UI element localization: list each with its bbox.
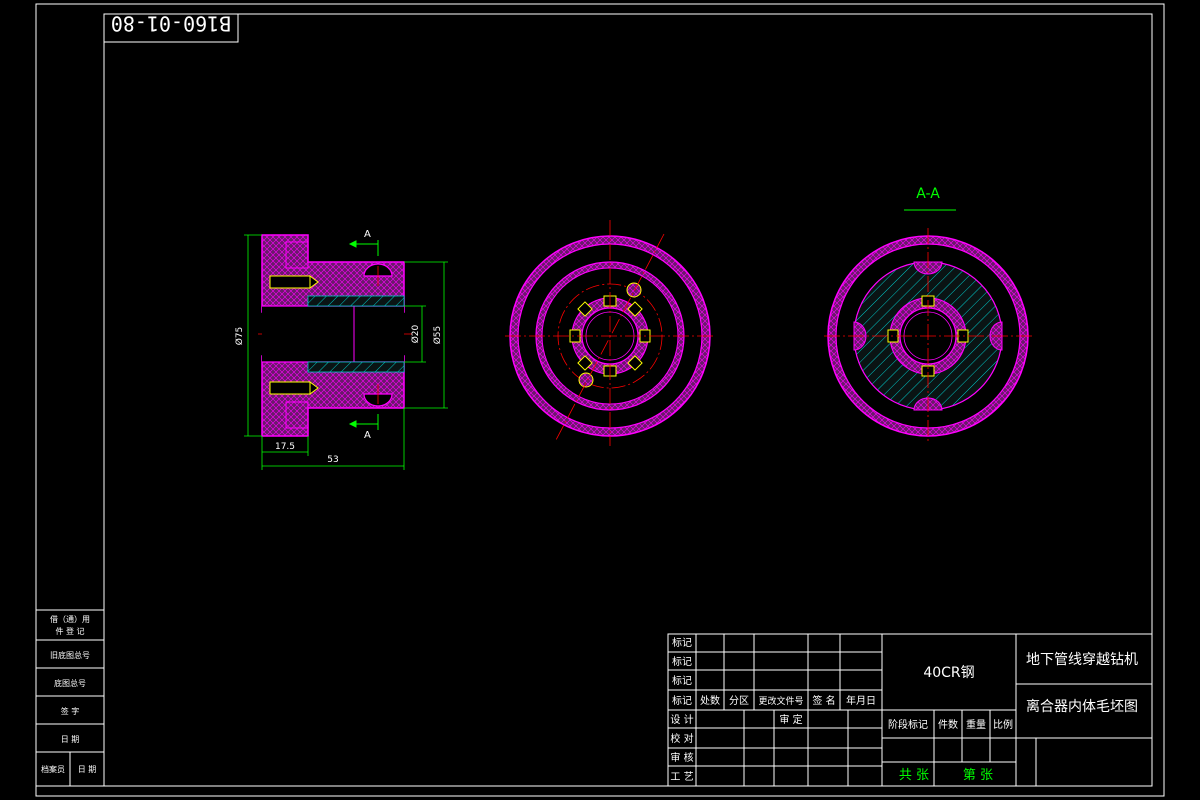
left-row-6b: 日 期	[78, 765, 97, 774]
material: 40CR钢	[923, 665, 974, 681]
rev-mark-3: 标记	[672, 675, 692, 687]
rev-h-count: 处数	[700, 694, 720, 707]
dim-d75: Ø75	[234, 327, 245, 346]
rev-h-mark: 标记	[672, 695, 692, 707]
stage-weight: 重量	[966, 718, 986, 731]
drawing-number: B160-01-80	[111, 12, 231, 36]
left-row-2: 旧底图总号	[50, 650, 90, 660]
sign-process: 工 艺	[670, 771, 693, 783]
rev-h-date: 年月日	[846, 694, 876, 707]
front-view	[505, 220, 716, 446]
rev-mark-2: 标记	[672, 656, 692, 668]
dim-17-5: 17.5	[275, 442, 295, 452]
rev-h-zone: 分区	[729, 695, 749, 707]
side-section-view: A A Ø75 Ø20 Ø55 17.5 53	[234, 229, 448, 470]
rev-mark-1: 标记	[672, 637, 692, 649]
left-row-6a: 档案员	[41, 764, 65, 774]
dim-53: 53	[327, 455, 338, 465]
stage-mark: 阶段标记	[888, 718, 928, 731]
approve-label: 审 定	[779, 713, 802, 726]
project-name: 地下管线穿越钻机	[1026, 652, 1138, 668]
left-row-3: 底图总号	[54, 678, 86, 688]
dim-d55: Ø55	[432, 326, 443, 345]
sheet-number: 第 张	[963, 768, 993, 783]
sign-check: 校 对	[670, 732, 693, 745]
sheet-total: 共 张	[899, 768, 929, 783]
left-row-1b: 件 登 记	[55, 626, 84, 636]
rev-h-docno: 更改文件号	[758, 695, 803, 707]
part-name: 离合器内体毛坯图	[1026, 698, 1138, 715]
section-label: A-A	[916, 186, 940, 202]
section-a-a-view: A-A	[824, 186, 1034, 444]
stage-count: 件数	[938, 718, 958, 731]
left-row-1a: 借（通）用	[50, 614, 90, 624]
cut-mark-bottom: A	[364, 430, 371, 441]
rev-h-sign: 签 名	[812, 694, 835, 707]
left-record-column	[35, 609, 105, 787]
left-row-5: 日 期	[61, 735, 80, 744]
sign-review: 审 核	[670, 751, 693, 764]
cut-mark-top: A	[364, 229, 371, 240]
stage-scale: 比例	[993, 718, 1013, 731]
drawing-sheet: B160-01-80 A A Ø75 Ø20 Ø55 17.5 53 A-A 借…	[35, 3, 1165, 797]
drawing-number-box: B160-01-80	[103, 12, 239, 43]
sign-design: 设 计	[670, 713, 693, 726]
left-row-4: 签 字	[61, 706, 80, 716]
dim-d20: Ø20	[410, 324, 421, 343]
